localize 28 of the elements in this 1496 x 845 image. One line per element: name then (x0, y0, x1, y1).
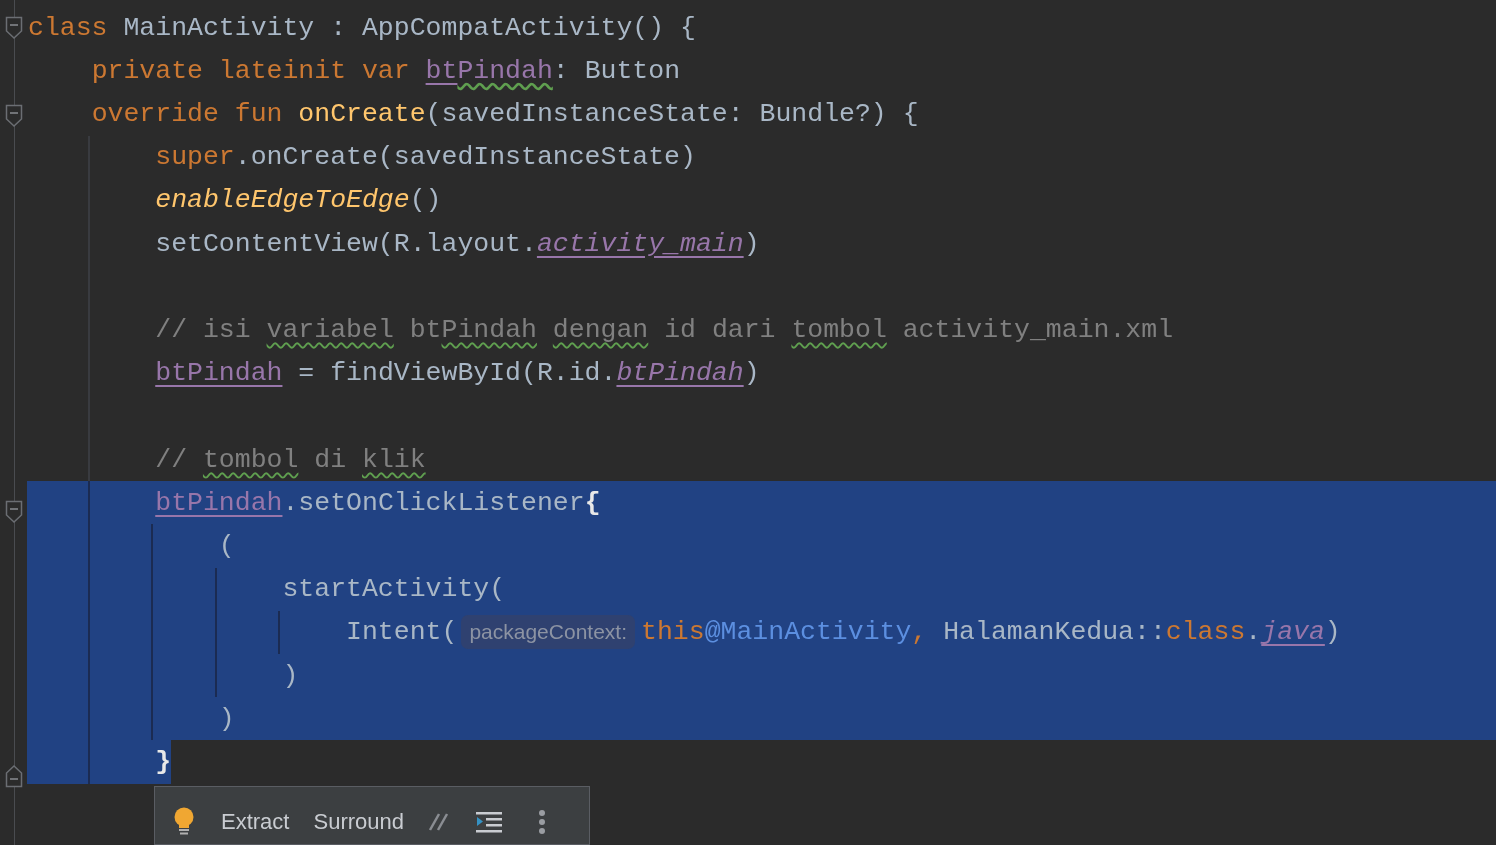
fold-icon[interactable] (4, 500, 23, 524)
code-text: enableEdgeToEdge() (155, 185, 442, 216)
code-text: btPindah = findViewById(R.id.btPindah) (155, 358, 760, 389)
fold-icon[interactable] (4, 16, 23, 40)
action-button[interactable]: Extract (221, 809, 290, 836)
code-text: private lateinit var btPindah: Button (91, 55, 681, 86)
code-text: // isi variabel btPindah dengan id dari tombol activity_main.xml (155, 315, 1174, 345)
code-text: ) (218, 703, 235, 734)
code-text: Intent( (346, 617, 458, 648)
comment-icon[interactable] (428, 813, 450, 832)
action-button[interactable]: Surround (313, 809, 404, 836)
fold-icon[interactable] (4, 764, 23, 788)
lightbulb-icon[interactable] (173, 807, 195, 838)
code-text: btPindah.setOnClickListener{ (155, 487, 601, 518)
code-text: startActivity( (282, 574, 506, 605)
code-text: ( (218, 531, 235, 562)
code-text: this@MainActivity, HalamanKedua::class.java) (641, 617, 1341, 648)
more-icon[interactable] (538, 809, 546, 836)
code-text: super.onCreate(savedInstanceState) (155, 142, 696, 173)
code-text: setContentView(R.layout.activity_main) (155, 228, 760, 259)
code-text: override fun onCreate(savedInstanceState: Bundle?) { (91, 99, 919, 129)
fold-icon[interactable] (4, 104, 23, 128)
parameter-hint: packageContext: (461, 615, 635, 650)
code-text: // tombol di klik (155, 444, 426, 475)
indent-icon[interactable] (476, 811, 502, 834)
code-text: } (155, 747, 172, 778)
code-text: class MainActivity : AppCompatActivity() { (28, 12, 696, 43)
code-text: ) (282, 660, 299, 691)
